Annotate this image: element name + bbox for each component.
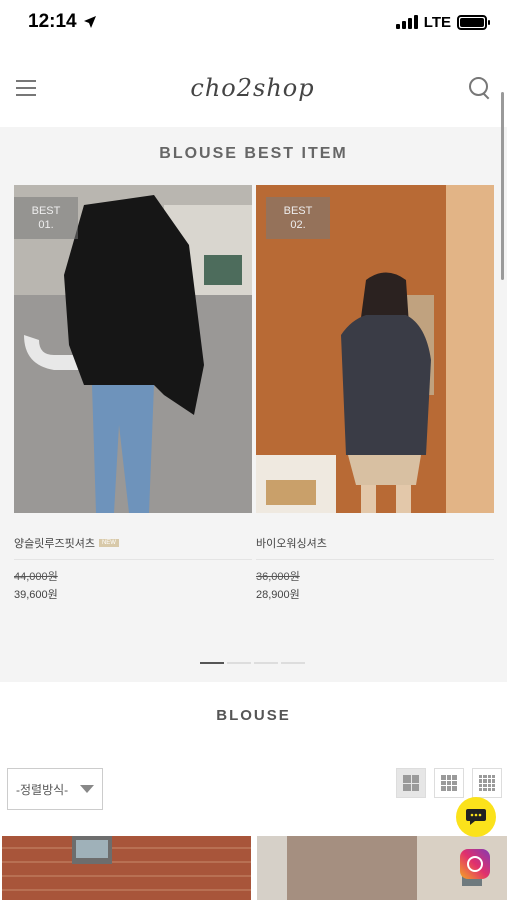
best-items-section: BLOUSE BEST ITEM BEST 01. 양슬릿루즈핏셔츠 NEW 4…: [0, 127, 507, 682]
sort-select[interactable]: -정렬방식-: [7, 768, 103, 810]
clock: 12:14: [28, 11, 77, 32]
product-name[interactable]: 양슬릿루즈핏셔츠: [14, 535, 95, 551]
chat-button[interactable]: [456, 797, 496, 837]
sale-price: 39,600원: [14, 589, 58, 601]
sort-label: -정렬방식-: [16, 782, 69, 797]
slider-dot[interactable]: [200, 662, 224, 664]
slider-pagination: [200, 662, 305, 664]
hamburger-menu-icon[interactable]: [16, 80, 36, 96]
network-label: LTE: [423, 13, 451, 31]
signal-icon: [395, 15, 418, 29]
product-card[interactable]: BEST 02. 바이오워싱셔츠 36,000원 28,900원: [256, 185, 494, 602]
instagram-icon[interactable]: [460, 849, 490, 879]
product-image[interactable]: BEST 02.: [256, 185, 494, 513]
original-price: 44,000원: [14, 571, 58, 583]
chat-bubble-icon: [466, 809, 486, 825]
grid-4-icon[interactable]: [472, 768, 502, 798]
grid-2-icon[interactable]: [396, 768, 426, 798]
slider-dot[interactable]: [281, 662, 305, 664]
best-badge: BEST 01.: [14, 197, 78, 239]
product-image[interactable]: BEST 01.: [14, 185, 252, 513]
product-name[interactable]: 바이오워싱셔츠: [256, 535, 327, 551]
new-tag: NEW: [98, 539, 119, 547]
dropdown-caret-icon: [80, 785, 94, 793]
product-card[interactable]: BEST 01. 양슬릿루즈핏셔츠 NEW 44,000원 39,600원: [14, 185, 252, 602]
site-logo[interactable]: cho2shop: [190, 74, 314, 102]
sale-price: 28,900원: [256, 589, 300, 601]
product-thumbnail[interactable]: [2, 836, 251, 900]
battery-icon: [457, 14, 490, 30]
status-bar: 12:14 LTE: [0, 0, 507, 44]
slider-dot[interactable]: [254, 662, 278, 664]
search-icon[interactable]: [468, 77, 491, 99]
section-title: BLOUSE BEST ITEM: [159, 145, 348, 162]
grid-3-icon[interactable]: [434, 768, 464, 798]
slider-dot[interactable]: [227, 662, 251, 664]
category-title: BLOUSE: [216, 707, 291, 724]
original-price: 36,000원: [256, 571, 300, 583]
location-arrow-icon: [83, 16, 96, 28]
view-toggle: [396, 768, 502, 798]
best-badge: BEST 02.: [266, 197, 330, 239]
page-scrollbar[interactable]: [501, 92, 504, 280]
site-header: cho2shop: [0, 52, 507, 124]
